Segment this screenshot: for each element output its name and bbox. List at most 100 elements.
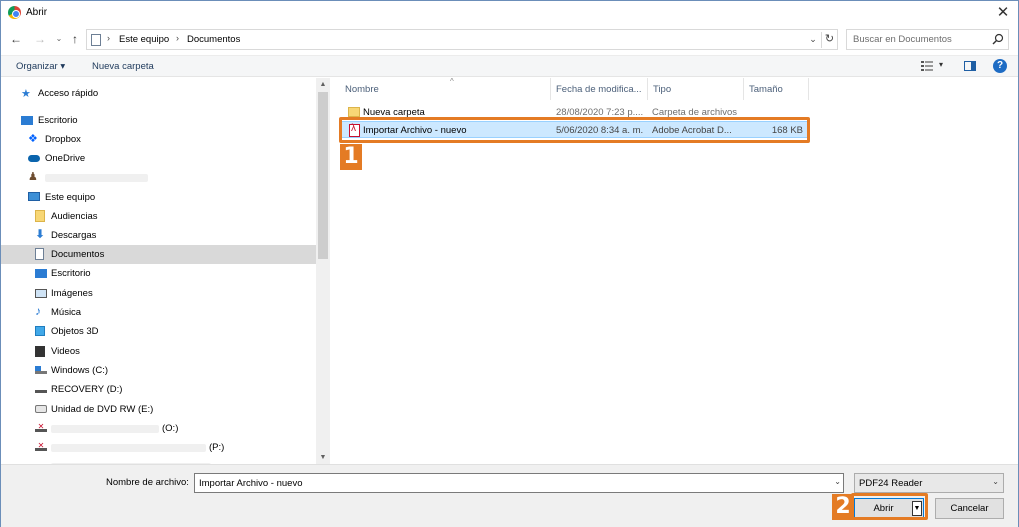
- command-bar: Organizar ▾ Nueva carpeta ▾ ?: [1, 55, 1018, 77]
- nav-item-videos[interactable]: Videos: [1, 342, 316, 361]
- forward-button[interactable]: →: [32, 31, 48, 47]
- chrome-icon: [8, 6, 21, 19]
- chevron-down-icon: ⌄: [992, 477, 999, 486]
- refresh-icon[interactable]: ↻: [821, 32, 837, 48]
- preview-pane-icon[interactable]: [964, 61, 976, 71]
- network-drive-icon: ✕: [35, 423, 47, 432]
- folder-icon: [35, 210, 45, 222]
- nav-item-este-equipo[interactable]: Este equipo: [1, 188, 316, 207]
- nav-item-network-o[interactable]: ✕ (O:): [1, 419, 316, 438]
- redacted-label: [45, 174, 148, 182]
- windows-drive-icon: [35, 366, 47, 374]
- nav-item-network-p[interactable]: ✕ (P:): [1, 438, 316, 457]
- computer-icon: [28, 192, 40, 201]
- network-drive-icon: ✕: [35, 442, 47, 451]
- filename-label: Nombre de archivo:: [106, 477, 189, 488]
- search-icon: [992, 33, 1004, 45]
- nav-label: Descargas: [51, 230, 97, 241]
- video-icon: [35, 346, 45, 357]
- nav-label: OneDrive: [45, 153, 86, 164]
- nav-label: Música: [51, 307, 82, 318]
- recent-locations-chevron-icon[interactable]: ⌄: [51, 31, 67, 47]
- pictures-icon: [35, 289, 47, 298]
- annotation-step-1: 1: [340, 144, 362, 170]
- nav-label: Objetos 3D: [51, 326, 99, 337]
- nav-label: Dropbox: [45, 134, 81, 145]
- desktop-icon: [35, 269, 47, 278]
- new-folder-button[interactable]: Nueva carpeta: [92, 61, 154, 72]
- up-button[interactable]: ↑: [67, 31, 83, 47]
- back-button[interactable]: ←: [8, 31, 24, 47]
- search-input[interactable]: Buscar en Documentos: [846, 29, 1009, 50]
- nav-item-audiencias[interactable]: Audiencias: [1, 207, 316, 226]
- column-header-size[interactable]: Tamaño: [744, 78, 809, 100]
- column-label: Nombre: [345, 84, 379, 95]
- close-button[interactable]: ✕: [994, 4, 1012, 22]
- scroll-up-icon[interactable]: ▲: [316, 78, 330, 91]
- address-dropdown-icon[interactable]: ⌄: [807, 34, 819, 48]
- filetype-value: PDF24 Reader: [859, 478, 923, 489]
- navigation-pane: ★ Acceso rápido Escritorio ❖ Dropbox One…: [1, 78, 331, 464]
- download-icon: ⬇: [35, 227, 46, 241]
- nav-item-onedrive[interactable]: OneDrive: [1, 149, 316, 168]
- nav-label: Unidad de DVD RW (E:): [51, 404, 154, 415]
- column-label: Tipo: [653, 84, 672, 95]
- breadcrumb-documentos[interactable]: Documentos: [187, 34, 240, 45]
- help-icon[interactable]: ?: [993, 59, 1007, 73]
- window-title: Abrir: [26, 7, 48, 18]
- user-icon: ♟: [28, 171, 38, 183]
- nav-item-musica[interactable]: ♪ Música: [1, 303, 316, 322]
- documents-icon: [35, 248, 44, 260]
- cancel-button[interactable]: Cancelar: [935, 498, 1004, 519]
- dvd-icon: [35, 405, 47, 413]
- nav-item-descargas[interactable]: ⬇ Descargas: [1, 226, 316, 245]
- scroll-thumb[interactable]: [318, 92, 328, 259]
- nav-label: (P:): [209, 442, 225, 453]
- nav-item-user[interactable]: ♟: [1, 168, 316, 187]
- nav-scrollbar[interactable]: ▲ ▼: [316, 78, 330, 464]
- nav-item-escritorio-top[interactable]: Escritorio: [1, 111, 316, 130]
- annotation-highlight-open: [851, 493, 928, 520]
- open-file-dialog: Abrir ✕ ← → ⌄ ↑ › Este equipo › Document…: [0, 0, 1019, 527]
- column-header-name[interactable]: Nombre ^: [340, 77, 551, 100]
- nav-item-windows-c[interactable]: Windows (C:): [1, 361, 316, 380]
- chevron-down-icon[interactable]: ⌄: [834, 477, 841, 486]
- nav-label: Audiencias: [51, 211, 98, 222]
- address-bar[interactable]: › Este equipo › Documentos ⌄ ↻: [86, 29, 838, 50]
- folder-icon: [348, 107, 360, 117]
- breadcrumb-este-equipo[interactable]: Este equipo: [119, 34, 169, 45]
- drive-icon: [35, 385, 47, 393]
- redacted-label: [51, 444, 206, 452]
- breadcrumb-separator-icon: ›: [176, 33, 179, 43]
- desktop-icon: [21, 116, 33, 125]
- organize-button[interactable]: Organizar ▾: [16, 61, 65, 72]
- cloud-icon: [28, 155, 40, 162]
- address-row: ← → ⌄ ↑ › Este equipo › Documentos ⌄ ↻ B…: [1, 27, 1018, 53]
- nav-item-objetos-3d[interactable]: Objetos 3D: [1, 322, 316, 341]
- nav-label: Windows (C:): [51, 365, 109, 376]
- nav-item-network-partial[interactable]: [1, 457, 316, 464]
- nav-item-acceso-rapido[interactable]: ★ Acceso rápido: [1, 84, 316, 103]
- filetype-select[interactable]: PDF24 Reader ⌄: [854, 473, 1004, 493]
- column-header-date[interactable]: Fecha de modifica...: [551, 78, 648, 100]
- sort-ascending-icon: ^: [450, 77, 454, 86]
- view-dropdown-icon[interactable]: ▾: [939, 60, 943, 69]
- nav-item-dvd-e[interactable]: Unidad de DVD RW (E:): [1, 400, 316, 419]
- breadcrumb-separator-icon: ›: [107, 33, 110, 43]
- nav-item-dropbox[interactable]: ❖ Dropbox: [1, 130, 316, 149]
- nav-item-documentos[interactable]: Documentos: [1, 245, 316, 264]
- title-bar: Abrir ✕: [1, 1, 1018, 25]
- nav-label: (O:): [162, 423, 179, 434]
- filename-input[interactable]: Importar Archivo - nuevo ⌄: [194, 473, 844, 493]
- nav-item-recovery-d[interactable]: RECOVERY (D:): [1, 380, 316, 399]
- nav-item-escritorio[interactable]: Escritorio: [1, 264, 316, 283]
- filename-value: Importar Archivo - nuevo: [199, 478, 303, 489]
- star-icon: ★: [21, 88, 31, 100]
- music-icon: ♪: [35, 304, 41, 318]
- nav-item-imagenes[interactable]: Imágenes: [1, 284, 316, 303]
- view-options-icon[interactable]: [921, 61, 933, 72]
- annotation-highlight-file: [339, 117, 810, 143]
- column-header-type[interactable]: Tipo: [648, 78, 744, 100]
- scroll-down-icon[interactable]: ▼: [316, 451, 330, 464]
- nav-label: Este equipo: [45, 192, 96, 203]
